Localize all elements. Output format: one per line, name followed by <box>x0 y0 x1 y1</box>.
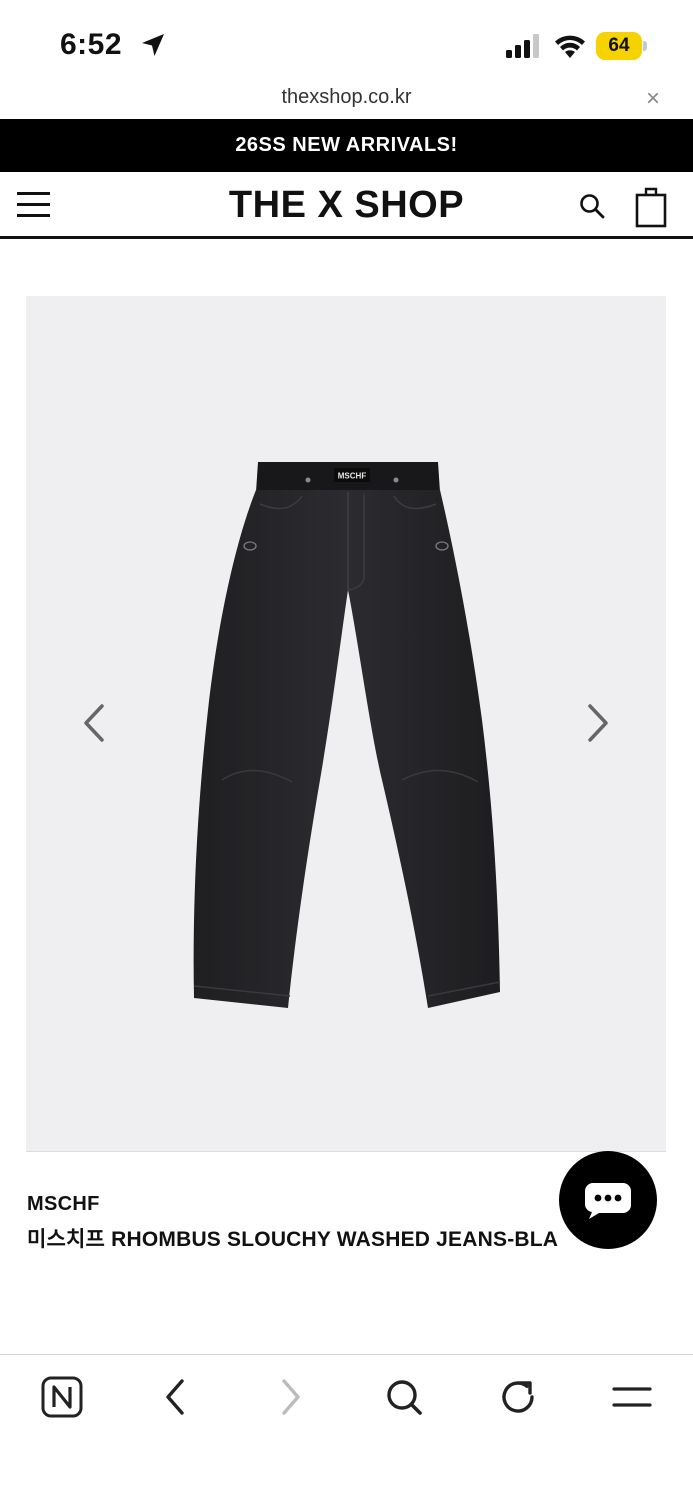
url-text[interactable]: thexshop.co.kr <box>0 86 693 109</box>
cellular-signal-icon <box>506 34 539 58</box>
browser-toolbar <box>0 1354 693 1500</box>
jeans-image: MSCHF <box>193 462 501 1008</box>
back-arrow-icon[interactable] <box>154 1375 198 1419</box>
search-icon[interactable] <box>578 192 606 220</box>
shopping-bag-icon[interactable] <box>634 186 668 228</box>
hamburger-menu-icon[interactable] <box>17 192 50 218</box>
status-time: 6:52 <box>60 28 123 61</box>
product-image[interactable]: MSCHF <box>26 296 666 1152</box>
site-header: THE X SHOP <box>0 172 693 239</box>
wifi-icon <box>555 35 585 58</box>
url-bar[interactable]: thexshop.co.kr × <box>0 82 693 118</box>
location-arrow-icon <box>142 34 164 56</box>
jeans-label: MSCHF <box>338 472 367 481</box>
naver-home-icon[interactable] <box>40 1375 84 1419</box>
menu-icon[interactable] <box>610 1375 654 1419</box>
chat-button[interactable] <box>559 1151 657 1249</box>
chat-bubble-icon <box>585 1183 631 1219</box>
product-brand[interactable]: MSCHF <box>27 1193 100 1216</box>
announcement-banner[interactable]: 26SS NEW ARRIVALS! <box>0 119 693 172</box>
status-bar: 6:52 64 <box>0 0 693 90</box>
chevron-left-icon[interactable] <box>78 700 108 746</box>
close-icon[interactable]: × <box>646 86 660 112</box>
battery-level: 64 <box>608 35 630 56</box>
battery-nub <box>643 41 647 51</box>
forward-arrow-icon[interactable] <box>268 1375 312 1419</box>
refresh-icon[interactable] <box>496 1375 540 1419</box>
search-icon[interactable] <box>382 1375 426 1419</box>
chevron-right-icon[interactable] <box>584 700 614 746</box>
battery-icon: 64 <box>596 32 648 60</box>
logo-link[interactable] <box>230 182 465 230</box>
